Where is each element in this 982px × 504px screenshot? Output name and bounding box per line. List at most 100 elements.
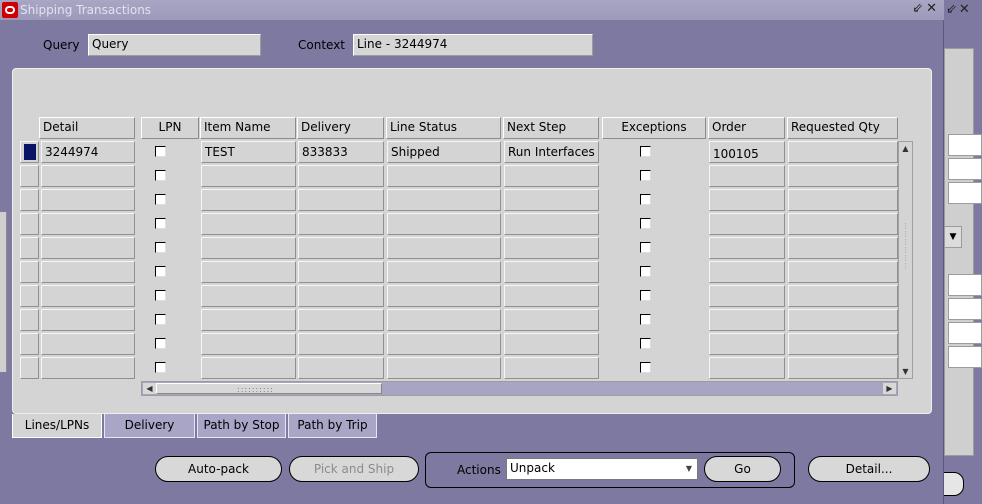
cell-next-step[interactable]: Run Interfaces <box>504 141 599 163</box>
cell-detail[interactable] <box>41 261 135 283</box>
actions-select[interactable]: Unpack ▼ <box>506 458 698 480</box>
tab-lines-lpns[interactable]: Lines/LPNs <box>12 414 102 438</box>
outer-window-controls[interactable]: ⇙✕ <box>946 2 972 17</box>
pick-and-ship-button[interactable]: Pick and Ship <box>289 456 419 482</box>
cell-item-name[interactable] <box>201 189 296 211</box>
col-header-lpn[interactable]: LPN <box>141 117 199 139</box>
exceptions-checkbox[interactable] <box>640 338 651 349</box>
auto-pack-button[interactable]: Auto-pack <box>155 456 282 482</box>
cell-line-status[interactable] <box>387 237 501 259</box>
cell-next-step[interactable] <box>504 333 599 355</box>
cell-detail[interactable] <box>41 357 135 379</box>
cell-line-status[interactable]: Shipped <box>387 141 501 163</box>
cell-delivery[interactable] <box>298 165 384 187</box>
horizontal-scroll-thumb[interactable]: :::::::::: <box>156 383 382 394</box>
col-header-item-name[interactable]: Item Name <box>200 117 296 139</box>
row-selector[interactable] <box>20 165 39 187</box>
cell-next-step[interactable] <box>504 357 599 379</box>
cell-requested-qty[interactable] <box>788 333 898 355</box>
vertical-scrollbar[interactable]: ▲ ⋮ ⋮ ⋮ ⋮ ⋮ ⋮ ▼ <box>898 141 913 379</box>
col-header-detail[interactable]: Detail <box>39 117 135 139</box>
exceptions-checkbox[interactable] <box>640 314 651 325</box>
go-button[interactable]: Go <box>704 456 781 482</box>
cell-detail[interactable] <box>41 309 135 331</box>
exceptions-checkbox[interactable] <box>640 170 651 181</box>
cell-line-status[interactable] <box>387 357 501 379</box>
scroll-down-icon[interactable]: ▼ <box>899 367 912 376</box>
cell-line-status[interactable] <box>387 189 501 211</box>
cell-delivery[interactable] <box>298 333 384 355</box>
cell-item-name[interactable]: TEST <box>201 141 296 163</box>
cell-item-name[interactable] <box>201 237 296 259</box>
cell-next-step[interactable] <box>504 285 599 307</box>
exceptions-checkbox[interactable] <box>640 362 651 373</box>
cell-line-status[interactable] <box>387 309 501 331</box>
tab-delivery[interactable]: Delivery <box>104 414 195 438</box>
chevron-down-icon[interactable]: ▼ <box>682 460 696 478</box>
col-header-next-step[interactable]: Next Step <box>503 117 599 139</box>
cell-delivery[interactable] <box>298 285 384 307</box>
row-selector[interactable] <box>20 333 39 355</box>
tab-path-by-stop[interactable]: Path by Stop <box>197 414 286 438</box>
exceptions-checkbox[interactable] <box>640 218 651 229</box>
row-selector[interactable] <box>20 213 39 235</box>
lpn-checkbox[interactable] <box>155 194 166 205</box>
cell-requested-qty[interactable] <box>788 213 898 235</box>
exceptions-checkbox[interactable] <box>640 266 651 277</box>
window-controls[interactable]: ⇙✕ <box>912 1 940 16</box>
cell-item-name[interactable] <box>201 165 296 187</box>
lpn-checkbox[interactable] <box>155 218 166 229</box>
cell-detail[interactable] <box>41 285 135 307</box>
row-selector[interactable] <box>20 309 39 331</box>
scroll-up-icon[interactable]: ▲ <box>899 144 912 153</box>
lpn-checkbox[interactable] <box>155 314 166 325</box>
cell-order[interactable] <box>709 309 785 331</box>
lpn-checkbox[interactable] <box>155 290 166 301</box>
cell-order[interactable] <box>709 333 785 355</box>
cell-order[interactable] <box>709 213 785 235</box>
row-selector[interactable] <box>20 285 39 307</box>
cell-item-name[interactable] <box>201 357 296 379</box>
cell-order[interactable] <box>709 285 785 307</box>
cell-requested-qty[interactable] <box>788 285 898 307</box>
cell-item-name[interactable] <box>201 333 296 355</box>
cell-requested-qty[interactable] <box>788 141 898 163</box>
cell-item-name[interactable] <box>201 309 296 331</box>
lpn-checkbox[interactable] <box>155 242 166 253</box>
cell-order[interactable] <box>709 357 785 379</box>
row-selector[interactable] <box>20 357 39 379</box>
cell-requested-qty[interactable] <box>788 357 898 379</box>
horizontal-scrollbar[interactable]: ◀ :::::::::: ▶ <box>141 381 898 396</box>
row-selector[interactable] <box>20 261 39 283</box>
cell-line-status[interactable] <box>387 333 501 355</box>
cell-next-step[interactable] <box>504 309 599 331</box>
cell-requested-qty[interactable] <box>788 237 898 259</box>
col-header-exceptions[interactable]: Exceptions <box>602 117 706 139</box>
cell-requested-qty[interactable] <box>788 165 898 187</box>
col-header-delivery[interactable]: Delivery <box>297 117 384 139</box>
exceptions-checkbox[interactable] <box>640 146 651 157</box>
lpn-checkbox[interactable] <box>155 146 166 157</box>
cell-next-step[interactable] <box>504 189 599 211</box>
cell-order[interactable]: 100105 <box>709 141 785 163</box>
exceptions-checkbox[interactable] <box>640 290 651 301</box>
cell-detail[interactable] <box>41 165 135 187</box>
cell-delivery[interactable]: 833833 <box>298 141 384 163</box>
scroll-left-icon[interactable]: ◀ <box>143 383 156 394</box>
cell-line-status[interactable] <box>387 213 501 235</box>
cell-item-name[interactable] <box>201 213 296 235</box>
cell-line-status[interactable] <box>387 285 501 307</box>
cell-requested-qty[interactable] <box>788 309 898 331</box>
cell-detail[interactable] <box>41 213 135 235</box>
lpn-checkbox[interactable] <box>155 266 166 277</box>
row-selector[interactable] <box>20 189 39 211</box>
cell-next-step[interactable] <box>504 213 599 235</box>
scroll-grip-icon[interactable]: ⋮ ⋮ ⋮ ⋮ ⋮ ⋮ <box>899 222 912 270</box>
cell-delivery[interactable] <box>298 261 384 283</box>
cell-item-name[interactable] <box>201 285 296 307</box>
cell-next-step[interactable] <box>504 261 599 283</box>
query-field[interactable]: Query <box>88 34 261 56</box>
cell-order[interactable] <box>709 261 785 283</box>
col-header-requested-qty[interactable]: Requested Qty <box>787 117 898 139</box>
scroll-right-icon[interactable]: ▶ <box>883 383 896 394</box>
